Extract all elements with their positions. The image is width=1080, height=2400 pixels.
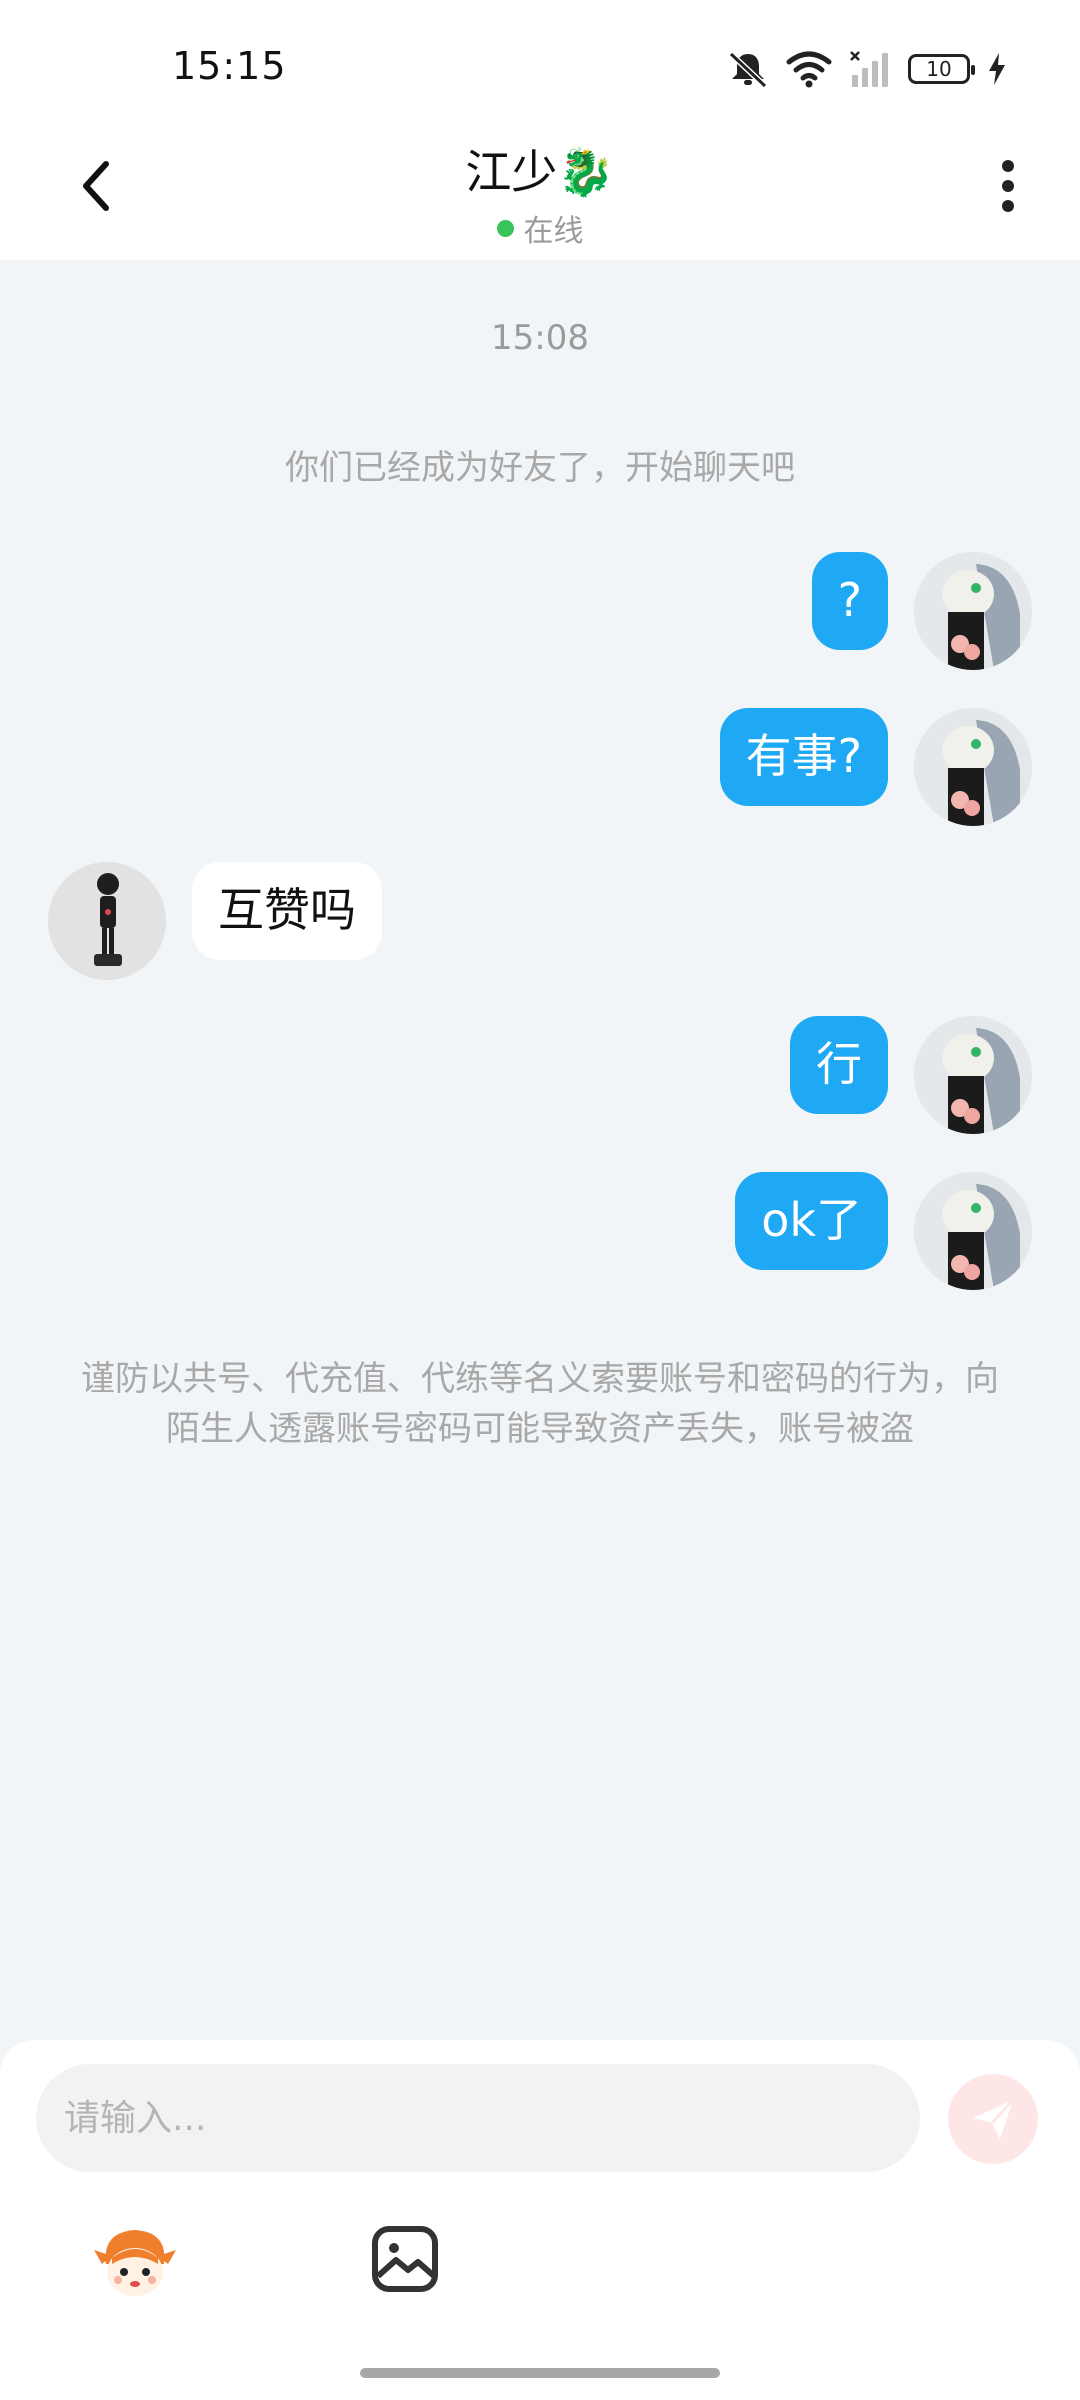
wifi-icon	[786, 51, 832, 88]
message-bubble[interactable]: ok了	[735, 1172, 888, 1270]
send-button[interactable]	[948, 2074, 1038, 2164]
my-avatar[interactable]	[914, 1172, 1032, 1290]
message-bubble[interactable]: ?	[811, 552, 888, 650]
status-time: 15:15	[172, 44, 287, 88]
more-vertical-icon	[1002, 160, 1014, 212]
more-options-button[interactable]	[976, 154, 1040, 218]
chat-header: 江少🐉 在线	[0, 130, 1080, 260]
system-message: 你们已经成为好友了，开始聊天吧	[285, 448, 795, 488]
chat-area[interactable]: 15:08 你们已经成为好友了，开始聊天吧 ? 有事? 互赞吗 行 ok了 谨防…	[0, 260, 1080, 2040]
signal-icon	[850, 51, 888, 87]
home-indicator[interactable]	[360, 2368, 720, 2378]
status-icons: 10	[726, 48, 1008, 90]
security-notice: 谨防以共号、代充值、代练等名义索要账号和密码的行为，向陌生人透露账号密码可能导致…	[81, 1359, 999, 1449]
emoji-mascot-icon	[94, 2230, 176, 2296]
message-row: 有事?	[719, 708, 1032, 826]
image-button[interactable]	[370, 2224, 440, 2294]
title-block: 江少🐉 在线	[0, 136, 1080, 250]
input-bar	[0, 2040, 1080, 2400]
battery-level: 10	[926, 57, 952, 81]
contact-avatar[interactable]	[48, 862, 166, 980]
image-icon	[372, 2226, 438, 2292]
my-avatar[interactable]	[914, 708, 1032, 826]
message-input[interactable]	[36, 2064, 920, 2172]
message-row: ?	[811, 552, 1032, 670]
online-status: 在线	[496, 206, 584, 250]
online-dot	[496, 219, 514, 237]
message-row: ok了	[735, 1172, 1032, 1290]
my-avatar[interactable]	[914, 1016, 1032, 1134]
mute-icon	[728, 51, 768, 89]
message-row: 行	[790, 1016, 1032, 1134]
message-bubble[interactable]: 有事?	[719, 708, 888, 806]
message-bubble[interactable]: 行	[790, 1016, 888, 1114]
online-status-label: 在线	[523, 214, 584, 249]
my-avatar[interactable]	[914, 552, 1032, 670]
message-timestamp: 15:08	[491, 318, 589, 358]
message-bubble[interactable]: 互赞吗	[192, 862, 382, 960]
message-row: 互赞吗	[48, 862, 382, 980]
status-bar: 15:15 10	[0, 0, 1080, 130]
send-icon	[973, 2098, 1015, 2139]
charging-icon	[989, 53, 1005, 85]
emoji-button[interactable]	[92, 2220, 178, 2306]
contact-name: 江少🐉	[465, 145, 615, 199]
battery-icon: 10	[908, 54, 975, 84]
